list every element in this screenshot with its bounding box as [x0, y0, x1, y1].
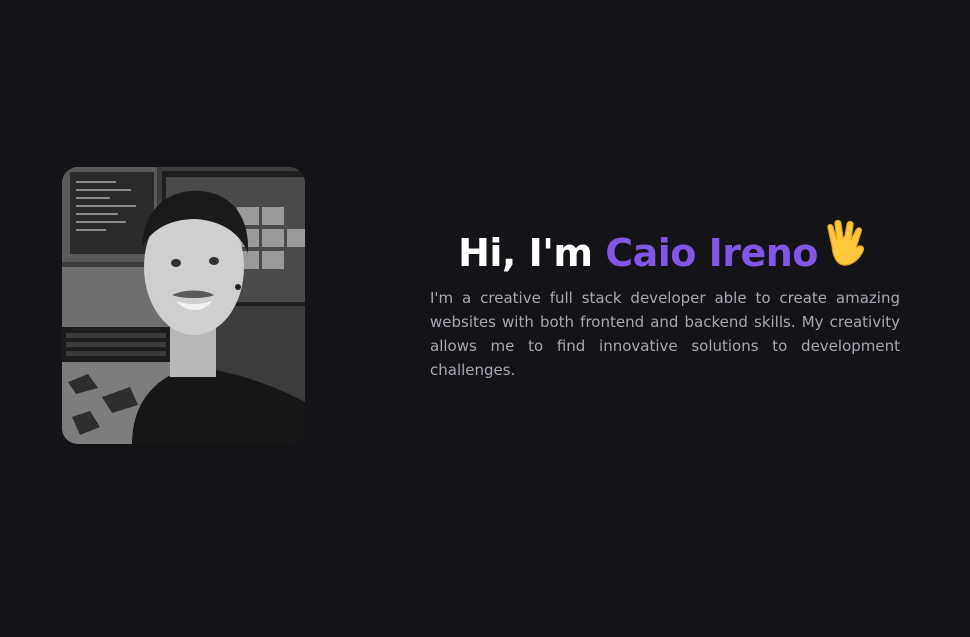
hero-section: Hi, I'm Caio Ireno I'm a creative full s…	[0, 0, 970, 637]
profile-photo	[62, 167, 305, 444]
bio-paragraph: I'm a creative full stack developer able…	[430, 289, 900, 379]
developer-name: Caio Ireno	[605, 231, 818, 276]
vulcan-salute-icon	[820, 218, 872, 285]
greeting-text: Hi, I'm	[458, 231, 606, 276]
hero-heading: Hi, I'm Caio Ireno	[430, 220, 900, 285]
